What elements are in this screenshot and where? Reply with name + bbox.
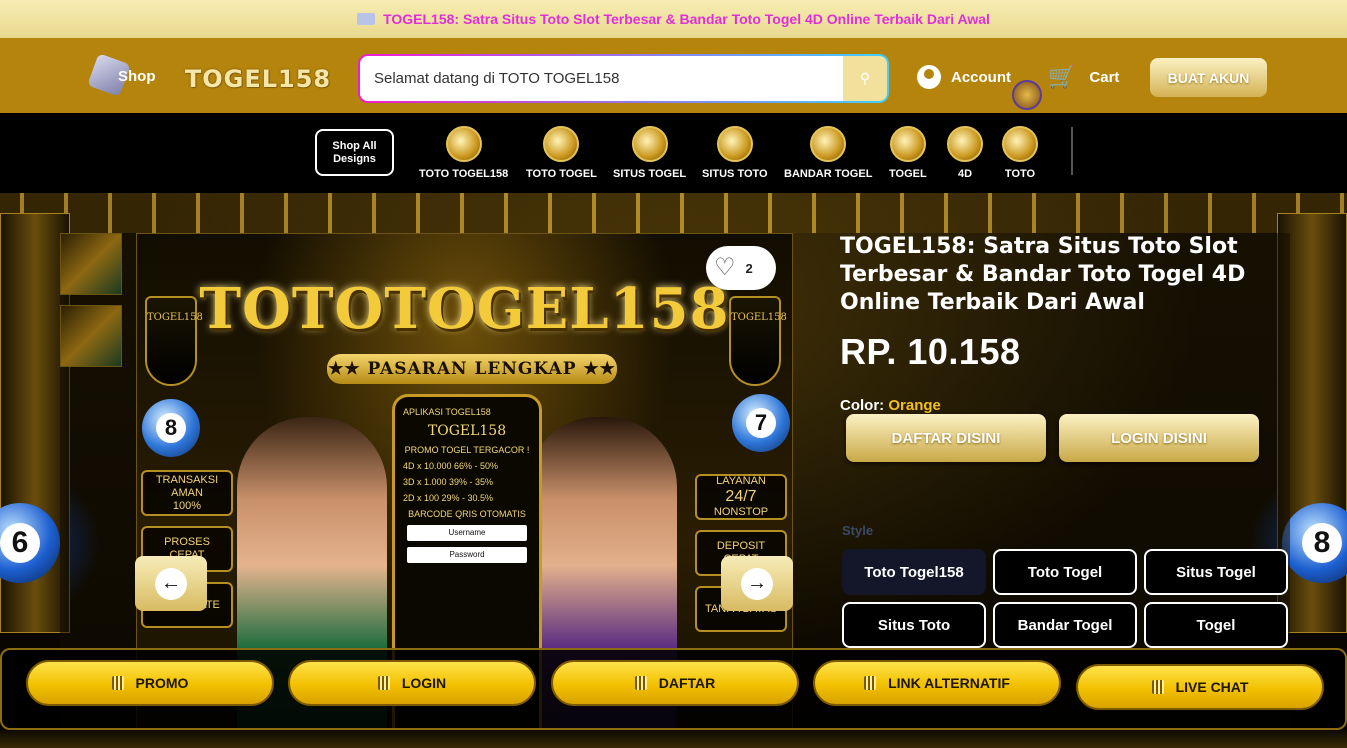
category-label: 4D [957, 168, 973, 180]
category-situs-togel[interactable]: SITUS TOGEL [613, 126, 686, 180]
account-label: Account [951, 68, 1011, 86]
truck-icon [357, 13, 376, 25]
coin-icon [111, 676, 124, 690]
login-disini-button[interactable]: LOGIN DISINI [1059, 414, 1259, 462]
category-coin-icon [445, 126, 482, 162]
user-icon [917, 65, 941, 89]
ball-8-icon: 8 [142, 399, 200, 457]
site-header: Shop TOGEL158 ⚲ Account 🛒 Cart BUAT AKUN [0, 38, 1347, 113]
wishlist-button[interactable]: ♡ 2 [706, 246, 776, 290]
category-coin-icon [1002, 126, 1038, 162]
next-image-button[interactable]: → [721, 556, 793, 611]
category-coin-icon [810, 126, 847, 162]
shop-label: Shop [118, 67, 156, 85]
color-value: Orange [888, 397, 941, 414]
badge-transaksi: TRANSAKSI AMAN 100% [141, 470, 233, 516]
wishlist-count: 2 [745, 260, 753, 276]
search-icon: ⚲ [859, 70, 871, 86]
product-info: TOGEL158: Satra Situs Toto Slot Terbesar… [840, 233, 1280, 414]
category-label: TOTO [1004, 168, 1036, 180]
style-option-situs-togel[interactable]: Situs Togel [1144, 549, 1288, 595]
category-togel[interactable]: TOGEL [889, 126, 927, 180]
category-coin-icon [631, 126, 668, 162]
signup-button[interactable]: BUAT AKUN [1150, 58, 1267, 97]
category-label: TOTO TOGEL158 [419, 168, 509, 180]
arrow-right-icon: → [741, 567, 773, 600]
promo-label: PROMO [135, 675, 189, 691]
prev-image-button[interactable]: ← [135, 556, 207, 611]
image-subtitle: ★★ PASARAN LENGKAP ★★ [327, 354, 617, 384]
coin-icon [1151, 680, 1164, 694]
category-label: TOGEL [889, 168, 927, 180]
nav-divider [1071, 127, 1073, 175]
category-toto-togel158[interactable]: TOTO TOGEL158 [419, 126, 508, 180]
login-label: LOGIN [401, 675, 447, 691]
daftar-label: DAFTAR [658, 675, 716, 691]
coin-icon [377, 676, 390, 690]
category-coin-icon [889, 126, 926, 162]
crown-decoration [0, 193, 1347, 233]
category-bandar-togel[interactable]: BANDAR TOGEL [784, 126, 872, 180]
promo-button[interactable]: PROMO [26, 660, 274, 706]
style-option-situs-toto[interactable]: Situs Toto [842, 602, 986, 648]
category-label: BANDAR TOGEL [784, 168, 873, 180]
account-link[interactable]: Account [917, 65, 1011, 89]
search-bar: ⚲ [358, 54, 889, 103]
thumbnail-1[interactable] [60, 233, 122, 295]
category-nav: Shop All Designs TOTO TOGEL158 TOTO TOGE… [0, 113, 1347, 193]
shop-link[interactable]: Shop [87, 53, 162, 97]
shield-emblem-right: TOGEL158 [729, 296, 787, 386]
bottom-floating-nav: PROMO LOGIN DAFTAR LINK ALTERNATIF LIVE … [0, 648, 1347, 730]
search-input[interactable] [360, 56, 843, 101]
category-4d[interactable]: 4D [947, 126, 983, 180]
category-label: TOTO TOGEL [526, 168, 597, 180]
category-coin-icon [716, 126, 753, 162]
announcement-text: TOGEL158: Satra Situs Toto Slot Terbesar… [383, 11, 990, 27]
ball-7-icon: 7 [732, 394, 790, 452]
product-price: RP. 10.158 [840, 331, 1021, 372]
category-coin-icon [543, 126, 580, 162]
bottom-strip-decoration [0, 730, 1347, 748]
product-title: TOGEL158: Satra Situs Toto Slot Terbesar… [840, 234, 1246, 315]
category-label: SITUS TOGEL [613, 168, 687, 180]
style-option-bandar-togel[interactable]: Bandar Togel [993, 602, 1137, 648]
heart-icon: ♡ [714, 254, 736, 281]
daftar-disini-button[interactable]: DAFTAR DISINI [846, 414, 1046, 462]
category-toto[interactable]: TOTO [1002, 126, 1038, 180]
thumbnail-2[interactable] [60, 305, 122, 367]
category-toto-togel[interactable]: TOTO TOGEL [526, 126, 597, 180]
shop-all-line2: Designs [333, 152, 376, 165]
product-color: Color: Orange [840, 397, 941, 414]
coin-icon [634, 676, 647, 690]
style-option-toto-togel158[interactable]: Toto Togel158 [842, 549, 986, 595]
daftar-button[interactable]: DAFTAR [551, 660, 799, 706]
coin-icon [1012, 80, 1042, 110]
category-situs-toto[interactable]: SITUS TOTO [702, 126, 768, 180]
cart-icon: 🛒 [1048, 64, 1076, 89]
cart-link[interactable]: 🛒 Cart [1048, 64, 1119, 90]
style-option-togel[interactable]: Togel [1144, 602, 1288, 648]
link-alternatif-button[interactable]: LINK ALTERNATIF [813, 660, 1061, 706]
thumbnail-list [60, 233, 124, 377]
site-logo[interactable]: TOGEL158 [185, 64, 331, 94]
search-button[interactable]: ⚲ [843, 56, 887, 101]
coin-icon [864, 676, 877, 690]
category-coin-icon [947, 126, 983, 162]
style-option-toto-togel[interactable]: Toto Togel [993, 549, 1137, 595]
shield-emblem-left: TOGEL158 [145, 296, 203, 386]
live-chat-button[interactable]: LIVE CHAT [1076, 664, 1324, 710]
style-label: Style [842, 523, 874, 538]
image-title: TOTOTOGEL158 [199, 276, 730, 342]
category-label: SITUS TOTO [702, 168, 768, 180]
shop-all-line1: Shop All [332, 139, 377, 152]
login-button[interactable]: LOGIN [288, 660, 536, 706]
shop-all-designs-button[interactable]: Shop All Designs [315, 129, 394, 176]
arrow-left-icon: ← [155, 567, 187, 600]
announcement-bar: TOGEL158: Satra Situs Toto Slot Terbesar… [0, 0, 1347, 38]
cart-label: Cart [1089, 68, 1120, 86]
link-alternatif-label: LINK ALTERNATIF [888, 675, 1010, 691]
badge-layanan: LAYANAN 24/7 NONSTOP [695, 474, 787, 520]
live-chat-label: LIVE CHAT [1175, 679, 1249, 695]
